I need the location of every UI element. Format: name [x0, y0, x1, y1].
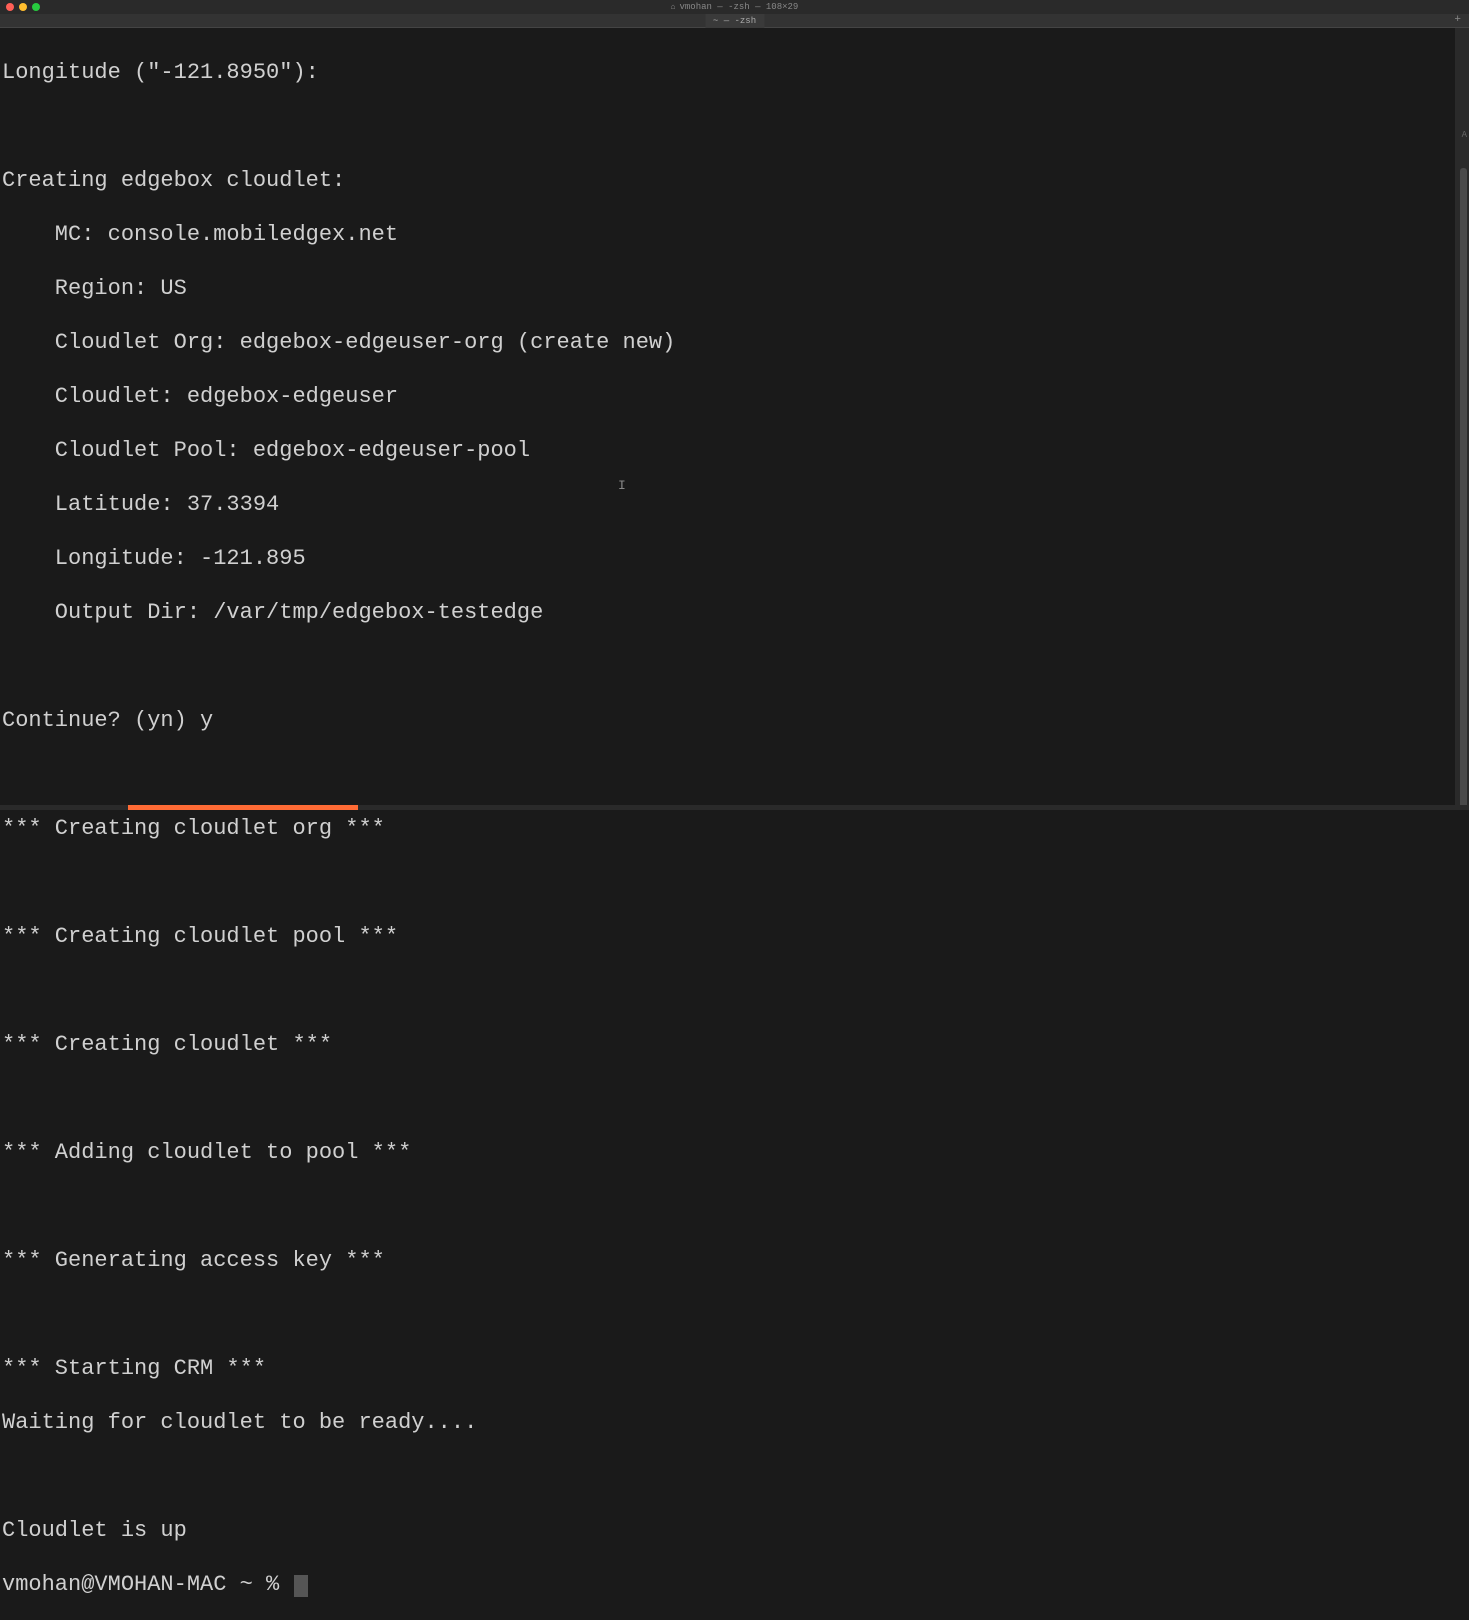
- terminal-line: [2, 869, 1467, 896]
- terminal-line: Continue? (yn) y: [2, 707, 1467, 734]
- terminal-line: Region: US: [2, 275, 1467, 302]
- vertical-scrollbar[interactable]: [1455, 28, 1469, 810]
- terminal-tab[interactable]: ~ — -zsh: [705, 14, 764, 28]
- terminal-line: [2, 1301, 1467, 1328]
- terminal-line: Longitude ("-121.8950"):: [2, 59, 1467, 86]
- terminal-line: Latitude: 37.3394: [2, 491, 1467, 518]
- text-cursor-icon: I: [618, 478, 623, 492]
- terminal-line: Cloudlet: edgebox-edgeuser: [2, 383, 1467, 410]
- minimize-button[interactable]: [19, 3, 27, 11]
- window-title-bar: ⌂ vmohan — -zsh — 108×29: [0, 0, 1469, 14]
- terminal-line: [2, 653, 1467, 680]
- terminal-line: *** Creating cloudlet ***: [2, 1031, 1467, 1058]
- home-icon: ⌂: [671, 3, 676, 12]
- terminal-line: Output Dir: /var/tmp/edgebox-testedge: [2, 599, 1467, 626]
- terminal-line: Creating edgebox cloudlet:: [2, 167, 1467, 194]
- terminal-line: *** Starting CRM ***: [2, 1355, 1467, 1382]
- terminal-line: [2, 761, 1467, 788]
- terminal-line: *** Creating cloudlet pool ***: [2, 923, 1467, 950]
- tab-label: ~ — -zsh: [713, 16, 756, 26]
- tab-bar: ~ — -zsh +: [0, 14, 1469, 28]
- terminal-line: Cloudlet is up: [2, 1517, 1467, 1544]
- terminal-line: [2, 113, 1467, 140]
- add-tab-button[interactable]: +: [1450, 14, 1465, 26]
- terminal-line: Waiting for cloudlet to be ready....: [2, 1409, 1467, 1436]
- close-button[interactable]: [6, 3, 14, 11]
- cursor-block: [294, 1575, 308, 1597]
- terminal-line: [2, 1085, 1467, 1112]
- shell-prompt: vmohan@VMOHAN-MAC ~ %: [2, 1572, 292, 1597]
- horizontal-scrollbar-thumb[interactable]: [128, 805, 358, 810]
- terminal-line: MC: console.mobiledgex.net: [2, 221, 1467, 248]
- title-label: vmohan — -zsh — 108×29: [679, 2, 798, 12]
- window-title: ⌂ vmohan — -zsh — 108×29: [671, 2, 799, 12]
- terminal-line: *** Adding cloudlet to pool ***: [2, 1139, 1467, 1166]
- terminal-line: [2, 1193, 1467, 1220]
- terminal-line: [2, 1463, 1467, 1490]
- prompt-line: vmohan@VMOHAN-MAC ~ %: [2, 1571, 1467, 1598]
- terminal-line: *** Generating access key ***: [2, 1247, 1467, 1274]
- terminal-line: Cloudlet Pool: edgebox-edgeuser-pool: [2, 437, 1467, 464]
- terminal-line: Cloudlet Org: edgebox-edgeuser-org (crea…: [2, 329, 1467, 356]
- terminal-line: [2, 977, 1467, 1004]
- horizontal-scrollbar[interactable]: [0, 805, 1469, 810]
- sidebar-indicator: A: [1462, 130, 1467, 140]
- terminal-line: *** Creating cloudlet org ***: [2, 815, 1467, 842]
- terminal-output[interactable]: Longitude ("-121.8950"): Creating edgebo…: [0, 28, 1469, 1620]
- window-controls: [0, 3, 40, 11]
- maximize-button[interactable]: [32, 3, 40, 11]
- terminal-line: Longitude: -121.895: [2, 545, 1467, 572]
- vertical-scrollbar-thumb[interactable]: [1460, 168, 1467, 808]
